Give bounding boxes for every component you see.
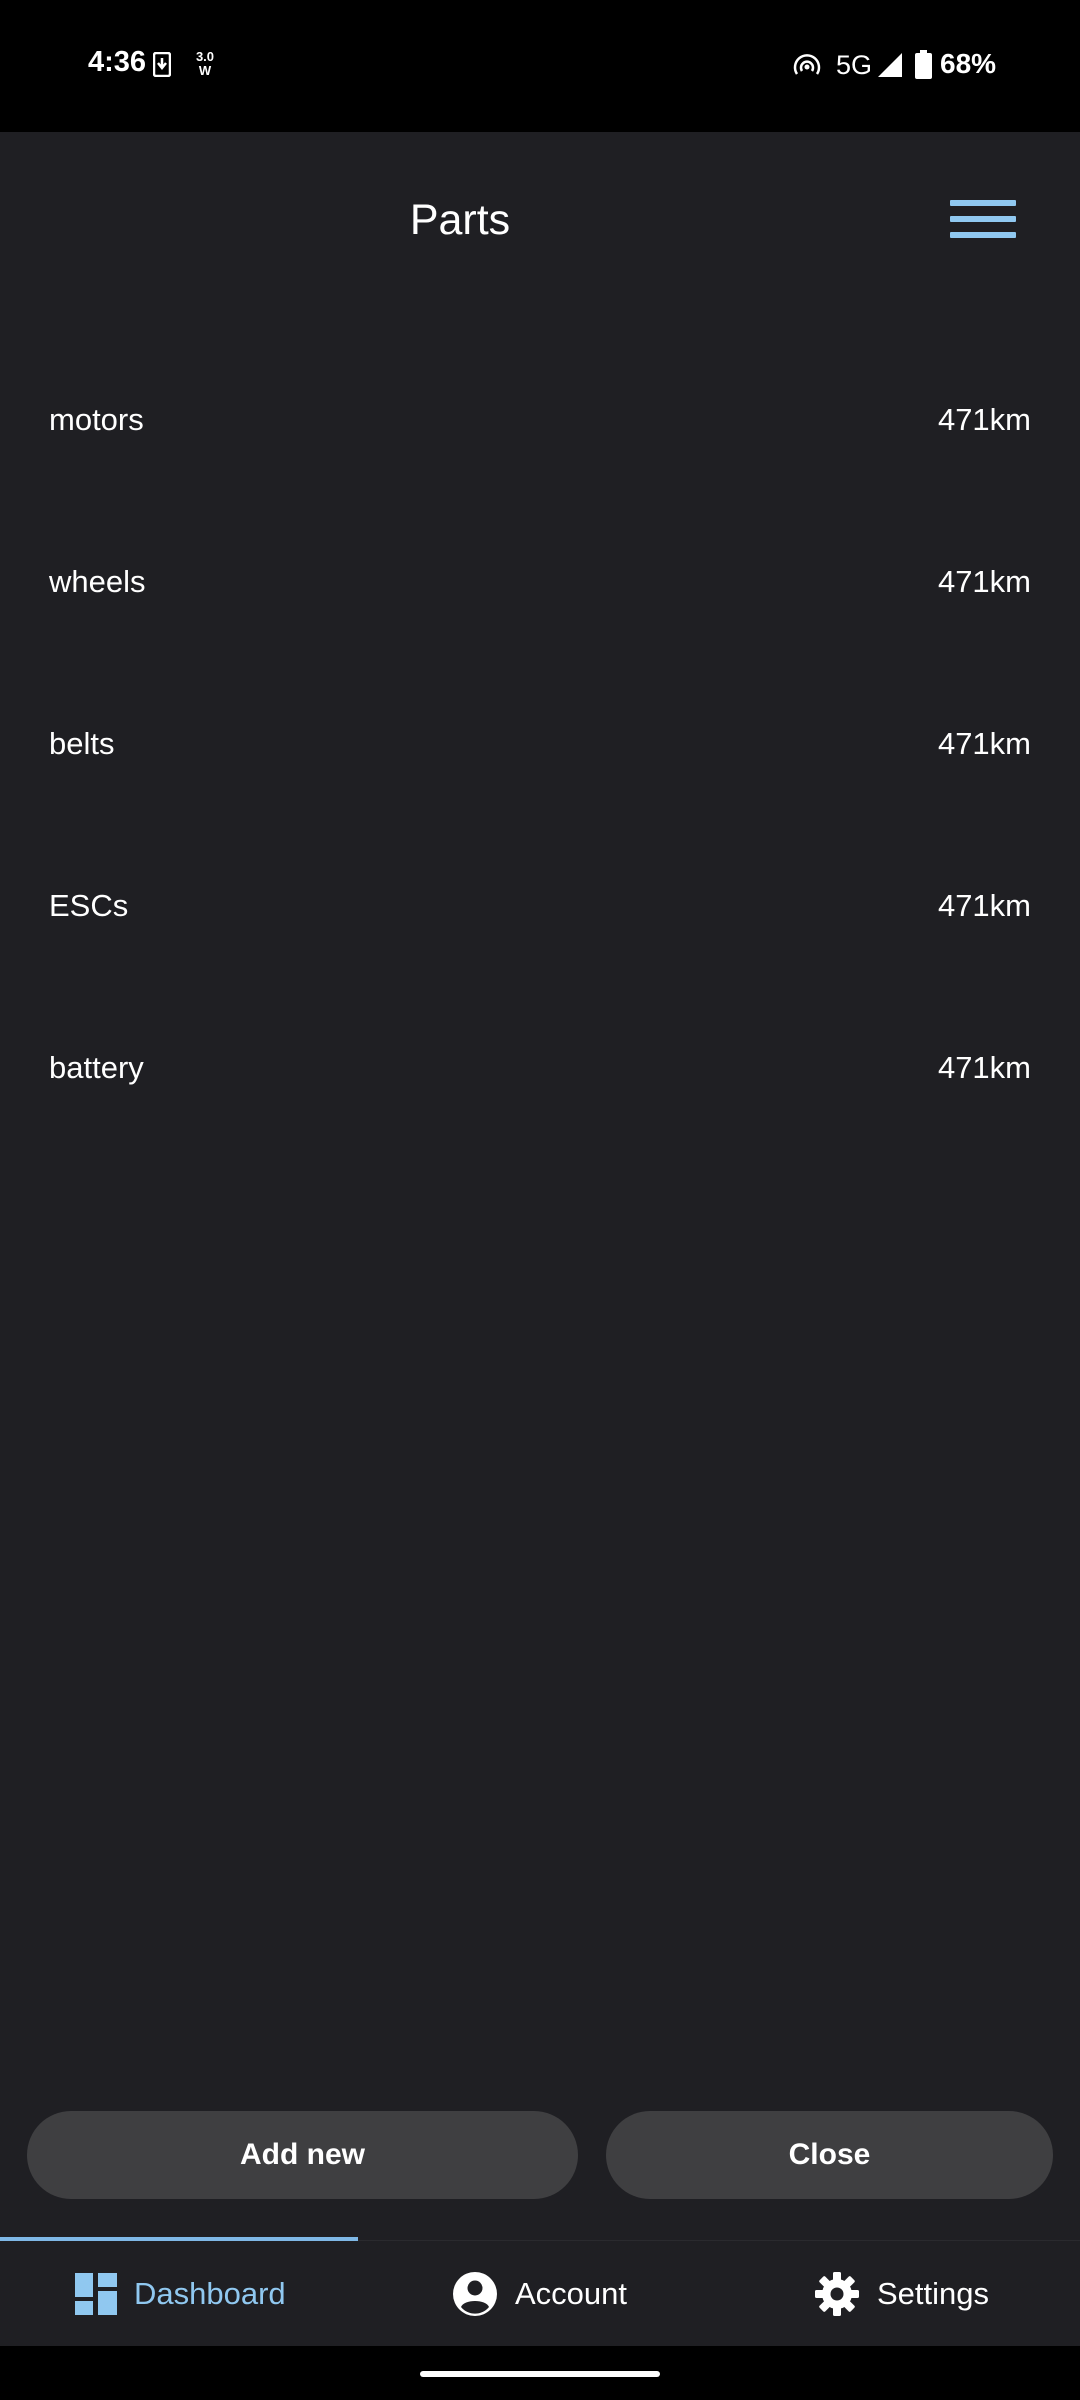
battery-icon bbox=[915, 50, 932, 79]
account-circle-icon bbox=[453, 2272, 497, 2316]
app-content: Parts motors 471km wheels 471km belts 47… bbox=[0, 132, 1080, 2346]
dashboard-icon bbox=[75, 2273, 117, 2315]
part-distance: 471km bbox=[937, 1050, 1031, 1085]
part-name: wheels bbox=[49, 564, 146, 599]
part-distance: 471km bbox=[937, 726, 1031, 761]
status-time: 4:36 bbox=[88, 46, 147, 78]
list-item-escs[interactable]: ESCs 471km bbox=[0, 876, 1080, 1038]
hotspot-icon bbox=[793, 54, 821, 75]
gear-icon bbox=[815, 2272, 859, 2316]
list-item-motors[interactable]: motors 471km bbox=[0, 390, 1080, 552]
page-title: Parts bbox=[409, 196, 511, 244]
add-new-button[interactable]: Add new bbox=[27, 2111, 578, 2199]
nav-tab-dashboard[interactable]: Dashboard bbox=[75, 2241, 286, 2347]
nav-label-settings: Settings bbox=[877, 2276, 990, 2311]
phone-screen: 4:36 3.0 W 5G 68% Parts motors 471km whe… bbox=[0, 0, 1080, 2400]
menu-line bbox=[950, 232, 1016, 238]
part-name: belts bbox=[49, 726, 115, 761]
gesture-handle[interactable] bbox=[420, 2371, 660, 2377]
nav-tab-account[interactable]: Account bbox=[452, 2241, 627, 2347]
part-distance: 471km bbox=[937, 564, 1031, 599]
bottom-navigation: Dashboard Account Settings bbox=[0, 2237, 1080, 2347]
part-name: battery bbox=[49, 1050, 144, 1085]
download-status-icon bbox=[153, 52, 171, 77]
network-type: 5G bbox=[836, 50, 873, 80]
system-gesture-area bbox=[0, 2346, 1080, 2400]
parts-list: motors 471km wheels 471km belts 471km ES… bbox=[0, 390, 1080, 1200]
close-button[interactable]: Close bbox=[606, 2111, 1053, 2199]
list-item-belts[interactable]: belts 471km bbox=[0, 714, 1080, 876]
menu-line bbox=[950, 200, 1016, 206]
hamburger-menu-icon[interactable] bbox=[950, 200, 1020, 256]
part-distance: 471km bbox=[937, 888, 1031, 923]
part-name: ESCs bbox=[49, 888, 129, 923]
status-bar: 4:36 3.0 W 5G 68% bbox=[0, 0, 1080, 132]
signal-icon bbox=[878, 53, 902, 77]
battery-percentage: 68% bbox=[940, 48, 997, 79]
nav-label-dashboard: Dashboard bbox=[134, 2276, 286, 2311]
list-item-battery[interactable]: battery 471km bbox=[0, 1038, 1080, 1200]
part-distance: 471km bbox=[937, 402, 1031, 437]
status-power-label: 3.0 W bbox=[195, 49, 215, 78]
nav-tab-settings[interactable]: Settings bbox=[814, 2241, 989, 2347]
list-item-wheels[interactable]: wheels 471km bbox=[0, 552, 1080, 714]
part-name: motors bbox=[49, 402, 144, 437]
menu-line bbox=[950, 216, 1016, 222]
nav-label-account: Account bbox=[515, 2276, 628, 2311]
